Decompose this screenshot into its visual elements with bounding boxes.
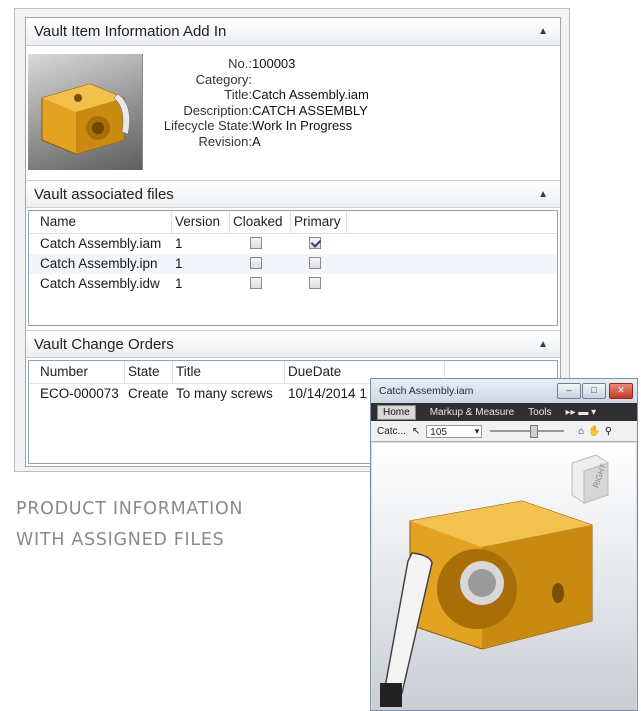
primary-checkbox[interactable] <box>309 277 321 290</box>
section-header-orders[interactable]: Vault Change Orders ▲ <box>26 330 560 358</box>
select-cursor-icon[interactable]: ↖ <box>412 426 420 437</box>
cloaked-checkbox[interactable] <box>250 257 262 270</box>
viewer-window: Catch Assembly.iam – □ ✕ Home Markup & M… <box>370 378 638 711</box>
files-grid: Name Version Cloaked Primary Catch Assem… <box>28 210 558 326</box>
document-dropdown[interactable]: Catc... <box>377 426 406 437</box>
property-value: Work In Progress <box>252 118 353 133</box>
menu-home[interactable]: Home <box>377 404 416 420</box>
property-value: A <box>252 133 261 149</box>
order-state: Create <box>128 386 169 401</box>
caption-line-2: WITH ASSIGNED FILES <box>16 530 225 550</box>
order-number: ECO-000073 <box>40 386 119 401</box>
cloaked-checkbox[interactable] <box>250 237 262 250</box>
maximize-icon[interactable]: □ <box>582 383 606 399</box>
part-thumbnail <box>28 54 143 170</box>
minimize-icon[interactable]: – <box>557 383 581 399</box>
primary-cell <box>291 274 347 294</box>
property-key: Description: <box>183 102 252 118</box>
column-header-name[interactable]: Name <box>37 211 172 233</box>
primary-cell <box>291 254 347 274</box>
file-row[interactable]: Catch Assembly.ipn 1 <box>29 254 557 274</box>
property-value: Catch Assembly.iam <box>252 87 369 102</box>
property-row: Category: <box>146 72 369 88</box>
property-row: No.: 100003 <box>146 56 369 72</box>
caption-line-1: PRODUCT INFORMATION <box>16 499 244 519</box>
column-header-version[interactable]: Version <box>172 211 230 233</box>
property-row: Description: CATCH ASSEMBLY <box>146 103 369 119</box>
home-view-icon[interactable]: ⌂ <box>578 426 584 437</box>
property-key: Title: <box>224 87 252 102</box>
menu-markup-measure[interactable]: Markup & Measure <box>430 407 514 418</box>
column-header-number[interactable]: Number <box>37 361 125 383</box>
zoom-slider[interactable] <box>490 425 565 438</box>
column-header-state[interactable]: State <box>125 361 173 383</box>
file-row[interactable]: Catch Assembly.iam 1 <box>29 234 557 254</box>
file-name: Catch Assembly.ipn <box>40 256 158 271</box>
catch-assembly-model: RIGHT <box>380 454 609 707</box>
files-grid-header: Name Version Cloaked Primary <box>29 211 557 234</box>
cloaked-cell <box>230 274 291 294</box>
cloaked-cell <box>230 254 291 274</box>
primary-checkbox[interactable] <box>309 237 321 250</box>
section-title: Vault Change Orders <box>34 336 174 353</box>
collapse-chevron-icon[interactable]: ▲ <box>538 18 548 46</box>
pan-hand-icon[interactable]: ✋ <box>588 426 600 437</box>
property-row: Lifecycle State: Work In Progress <box>146 118 369 134</box>
item-properties: No.: 100003 Category: Title: Catch Assembly.… <box>146 56 369 149</box>
primary-cell <box>291 234 347 254</box>
property-row: Title: Catch Assembly.iam <box>146 87 369 103</box>
property-key: Lifecycle State: <box>163 118 252 133</box>
file-version: 1 <box>175 256 183 271</box>
viewer-menubar: Home Markup & Measure Tools ▸▸ ▬ ▾ <box>371 403 637 421</box>
column-header-title[interactable]: Title <box>173 361 285 383</box>
viewer-toolbar: Catc... ↖ 105 ⌂ ✋ ⚲ <box>371 421 637 442</box>
cloaked-cell <box>230 234 291 254</box>
close-icon[interactable]: ✕ <box>609 383 633 399</box>
section-title: Vault associated files <box>34 186 174 203</box>
section-header-files[interactable]: Vault associated files ▲ <box>26 180 560 208</box>
collapse-chevron-icon[interactable]: ▲ <box>538 181 548 209</box>
part-thumbnail-icon <box>41 83 130 155</box>
property-value: CATCH ASSEMBLY <box>252 102 368 118</box>
file-version: 1 <box>175 236 183 251</box>
section-title: Vault Item Information Add In <box>34 23 227 40</box>
zoom-slider-knob[interactable] <box>530 425 539 438</box>
property-value: 100003 <box>252 56 296 71</box>
column-header-cloaked[interactable]: Cloaked <box>230 211 291 233</box>
viewer-titlebar[interactable]: Catch Assembly.iam – □ ✕ <box>371 379 637 403</box>
viewer-title: Catch Assembly.iam <box>379 385 474 397</box>
zoom-icon[interactable]: ⚲ <box>605 426 612 437</box>
files-grid-rows: Catch Assembly.iam 1 Catch Assembly.ipn 1 Ca… <box>29 234 557 294</box>
viewcube-icon[interactable]: RIGHT <box>571 454 609 504</box>
property-key: No.: <box>228 56 252 71</box>
primary-checkbox[interactable] <box>309 257 321 270</box>
menu-tools[interactable]: Tools <box>528 407 551 418</box>
viewer-canvas[interactable]: RIGHT <box>372 443 636 710</box>
file-name: Catch Assembly.idw <box>40 276 160 291</box>
item-info-body: No.: 100003 Category: Title: Catch Assembly.… <box>26 46 560 180</box>
property-row: Revision: A <box>146 134 369 150</box>
collapse-chevron-icon[interactable]: ▲ <box>538 331 548 359</box>
caption: PRODUCT INFORMATION WITH ASSIGNED FILES <box>16 494 243 556</box>
property-key: Revision: <box>198 133 252 149</box>
cloaked-checkbox[interactable] <box>250 277 262 290</box>
file-version: 1 <box>175 276 183 291</box>
column-header-primary[interactable]: Primary <box>291 211 347 233</box>
section-header-item-info[interactable]: Vault Item Information Add In ▲ <box>26 18 560 46</box>
order-title: To many screws <box>176 386 273 401</box>
menu-overflow-icon[interactable]: ▸▸ ▬ ▾ <box>566 407 597 418</box>
property-key: Category: <box>195 71 252 87</box>
zoom-select[interactable]: 105 <box>426 424 483 438</box>
file-name: Catch Assembly.iam <box>40 236 162 251</box>
file-row[interactable]: Catch Assembly.idw 1 <box>29 274 557 294</box>
